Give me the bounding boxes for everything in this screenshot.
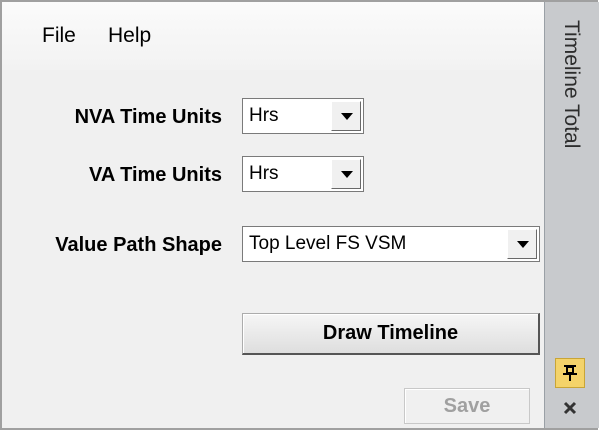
pin-icon[interactable] [555,358,585,388]
close-icon[interactable] [555,394,585,424]
draw-timeline-button[interactable]: Draw Timeline [242,313,540,355]
chevron-down-icon[interactable] [331,101,361,131]
value-path-shape-select[interactable]: Top Level FS VSM [242,226,540,262]
nva-time-units-select[interactable]: Hrs [242,98,364,134]
side-panel-title: Timeline Total [560,20,583,149]
menu-file[interactable]: File [42,24,76,48]
save-button[interactable]: Save [404,388,530,424]
nva-time-units-value: Hrs [249,105,279,126]
value-path-shape-value: Top Level FS VSM [249,233,407,254]
chevron-down-icon[interactable] [331,159,361,189]
menu-bar: File Help [2,2,544,70]
va-time-units-value: Hrs [249,163,279,184]
timeline-window: File Help NVA Time Units Hrs VA Time Uni… [0,0,599,430]
value-path-shape-label: Value Path Shape [55,234,222,256]
timeline-total-side-panel[interactable]: Timeline Total [544,2,599,428]
chevron-down-icon[interactable] [507,229,537,259]
form-area: NVA Time Units Hrs VA Time Units Hrs Val… [2,70,544,428]
va-time-units-select[interactable]: Hrs [242,156,364,192]
va-time-units-label: VA Time Units [89,164,222,186]
nva-time-units-label: NVA Time Units [74,106,222,128]
menu-help[interactable]: Help [108,24,151,48]
